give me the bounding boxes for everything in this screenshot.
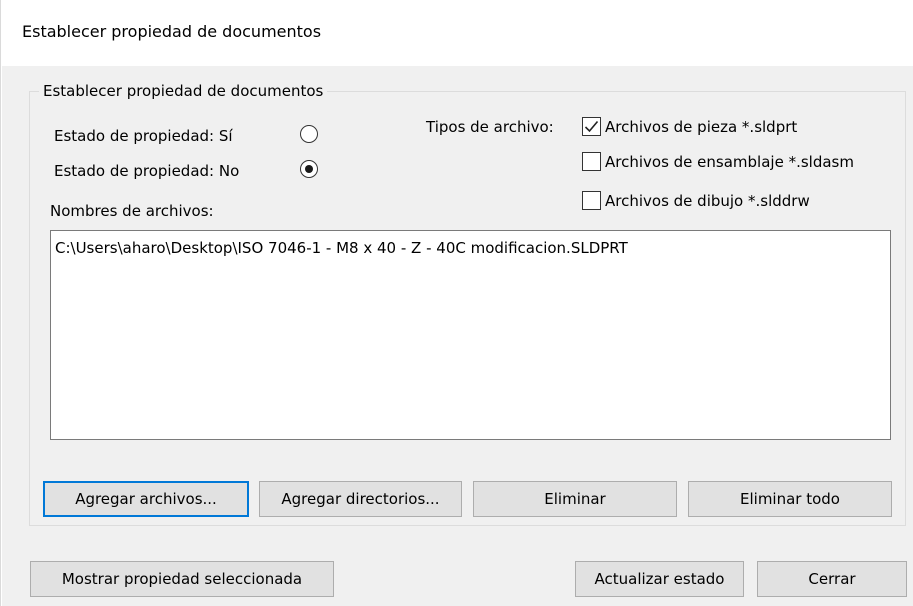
sldprt-checkbox[interactable] — [582, 117, 601, 136]
delete-all-button[interactable]: Eliminar todo — [688, 481, 892, 517]
property-no-label: Estado de propiedad: No — [54, 162, 240, 180]
add-files-button[interactable]: Agregar archivos... — [43, 481, 249, 517]
slddrw-label[interactable]: Archivos de dibujo *.slddrw — [605, 192, 810, 210]
title-bar[interactable]: Establecer propiedad de documentos — [1, 0, 913, 66]
sldprt-label[interactable]: Archivos de pieza *.sldprt — [605, 118, 797, 136]
property-yes-label: Estado de propiedad: Sí — [54, 127, 233, 145]
property-no-radio[interactable] — [300, 160, 318, 178]
file-names-label: Nombres de archivos: — [50, 202, 214, 220]
sldasm-label[interactable]: Archivos de ensamblaje *.sldasm — [605, 153, 854, 171]
set-document-property-dialog: Establecer propiedad de documentos Estab… — [0, 0, 913, 606]
add-directories-button[interactable]: Agregar directorios... — [259, 481, 462, 517]
sldasm-checkbox[interactable] — [582, 152, 601, 171]
slddrw-checkbox[interactable] — [582, 191, 601, 210]
update-state-button[interactable]: Actualizar estado — [575, 561, 744, 597]
file-names-listbox[interactable]: C:\Users\aharo\Desktop\ISO 7046-1 - M8 x… — [50, 230, 891, 440]
show-selected-property-button[interactable]: Mostrar propiedad seleccionada — [30, 561, 334, 597]
property-yes-radio[interactable] — [300, 125, 318, 143]
delete-button[interactable]: Eliminar — [473, 481, 677, 517]
list-item[interactable]: C:\Users\aharo\Desktop\ISO 7046-1 - M8 x… — [55, 239, 628, 257]
file-types-label: Tipos de archivo: — [426, 118, 554, 136]
close-button[interactable]: Cerrar — [757, 561, 907, 597]
checkmark-icon — [584, 120, 599, 133]
groupbox-legend: Establecer propiedad de documentos — [39, 82, 328, 100]
radio-selected-dot — [305, 165, 313, 173]
window-title: Establecer propiedad de documentos — [22, 22, 322, 41]
